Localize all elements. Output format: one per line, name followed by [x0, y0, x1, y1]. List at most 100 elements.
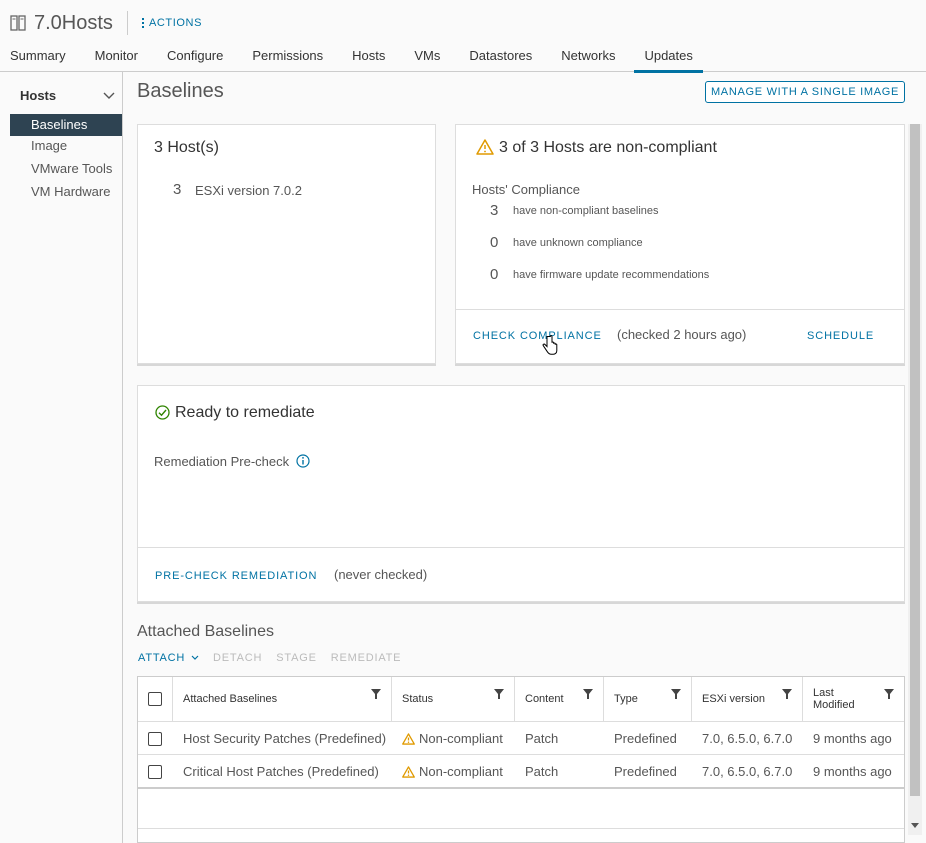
- sidebar-item-vmware-tools[interactable]: VMware Tools: [10, 158, 122, 180]
- header: 7.0Hosts ACTIONS Summary Monitor Configu…: [0, 0, 926, 73]
- column-label: Content: [525, 693, 564, 705]
- title-separator: [126, 11, 128, 35]
- unknown-label: have unknown compliance: [513, 237, 643, 249]
- filter-icon[interactable]: [671, 689, 681, 699]
- checked-time-note: (checked 2 hours ago): [617, 327, 747, 342]
- table-row[interactable]: Critical Host Patches (Predefined) Non-c…: [138, 754, 904, 787]
- scrollbar-thumb[interactable]: [910, 124, 920, 796]
- baseline-name: Critical Host Patches (Predefined): [183, 764, 379, 779]
- filter-icon[interactable]: [782, 689, 792, 699]
- unknown-count: 0: [490, 234, 499, 251]
- never-checked-note: (never checked): [334, 567, 428, 582]
- column-label: Type: [614, 693, 638, 705]
- non-compliant-count: 3: [490, 202, 499, 219]
- sidebar-item-image[interactable]: Image: [10, 135, 122, 157]
- check-circle-icon: [155, 405, 170, 423]
- stage-button[interactable]: STAGE: [276, 652, 316, 664]
- filter-icon[interactable]: [371, 689, 381, 699]
- precheck-remediation-link[interactable]: PRE-CHECK REMEDIATION: [155, 570, 317, 582]
- tab-configure[interactable]: Configure: [157, 46, 233, 72]
- select-all-checkbox[interactable]: [148, 692, 162, 706]
- hand-cursor-icon: [542, 335, 558, 360]
- card-divider: [456, 309, 904, 310]
- column-header-status[interactable]: Status: [392, 677, 515, 721]
- column-header-content[interactable]: Content: [515, 677, 604, 721]
- sidebar: Hosts Baselines Image VMware Tools VM Ha…: [0, 72, 123, 843]
- column-header-type[interactable]: Type: [604, 677, 692, 721]
- remediate-button[interactable]: REMEDIATE: [331, 652, 402, 664]
- tab-monitor[interactable]: Monitor: [85, 46, 148, 72]
- detach-button[interactable]: DETACH: [213, 652, 262, 664]
- tab-hosts[interactable]: Hosts: [342, 46, 395, 72]
- manage-single-image-button[interactable]: MANAGE WITH A SINGLE IMAGE: [705, 81, 905, 103]
- page-object-title: 7.0Hosts: [34, 11, 113, 34]
- ready-to-remediate-title: Ready to remediate: [175, 404, 315, 421]
- chevron-down-icon: [191, 655, 199, 660]
- chevron-down-icon: [103, 88, 115, 103]
- title-row: 7.0Hosts ACTIONS: [10, 10, 202, 36]
- type-cell: Predefined: [614, 764, 677, 779]
- main-content: Baselines MANAGE WITH A SINGLE IMAGE 3 H…: [124, 72, 909, 843]
- select-all-cell: [138, 677, 173, 721]
- filter-icon[interactable]: [494, 689, 504, 699]
- row-checkbox[interactable]: [148, 731, 162, 746]
- status-cell: Non-compliant: [402, 755, 503, 788]
- column-header-last-modified[interactable]: Last Modified: [803, 677, 904, 721]
- actions-menu-button[interactable]: ACTIONS: [141, 17, 202, 29]
- status-cell: Non-compliant: [402, 722, 503, 755]
- tab-bar: Summary Monitor Configure Permissions Ho…: [0, 46, 712, 73]
- cluster-icon: [10, 14, 28, 32]
- firmware-label: have firmware update recommendations: [513, 269, 710, 281]
- column-label: Last Modified: [813, 687, 855, 711]
- last-modified-cell: 9 months ago: [813, 731, 892, 746]
- warning-icon: [402, 765, 415, 778]
- column-label: ESXi version: [702, 693, 765, 705]
- warning-icon: [476, 139, 494, 158]
- attach-button[interactable]: ATTACH: [138, 652, 199, 664]
- baselines-toolbar: ATTACH DETACH STAGE REMEDIATE: [138, 652, 401, 664]
- filter-icon[interactable]: [884, 689, 894, 699]
- info-icon[interactable]: [296, 454, 310, 471]
- precheck-heading: Remediation Pre-check: [154, 454, 290, 469]
- hosts-count-title: 3 Host(s): [154, 139, 219, 156]
- compliance-title: 3 of 3 Hosts are non-compliant: [499, 139, 717, 156]
- tab-summary[interactable]: Summary: [0, 46, 76, 72]
- tab-networks[interactable]: Networks: [551, 46, 625, 72]
- column-header-baseline[interactable]: Attached Baselines: [173, 677, 392, 721]
- column-label: Status: [402, 693, 434, 705]
- esxi-host-count: 3: [173, 181, 182, 198]
- tab-permissions[interactable]: Permissions: [242, 46, 333, 72]
- tab-updates[interactable]: Updates: [634, 46, 704, 73]
- card-divider: [138, 547, 904, 548]
- filter-icon[interactable]: [583, 689, 593, 699]
- warning-icon: [402, 732, 415, 745]
- sidebar-item-vm-hardware[interactable]: VM Hardware: [10, 181, 122, 203]
- non-compliant-label: have non-compliant baselines: [513, 205, 659, 217]
- esxi-version-label: ESXi version 7.0.2: [195, 183, 302, 198]
- row-checkbox[interactable]: [148, 764, 162, 779]
- baseline-name: Host Security Patches (Predefined): [183, 731, 387, 746]
- check-compliance-link[interactable]: CHECK COMPLIANCE: [473, 330, 602, 342]
- vertical-dots-icon: [141, 18, 144, 28]
- sidebar-item-baselines[interactable]: Baselines: [10, 114, 122, 136]
- compliance-card: 3 of 3 Hosts are non-compliant Hosts' Co…: [455, 124, 905, 364]
- row-select-cell: [148, 722, 162, 755]
- firmware-count: 0: [490, 266, 499, 283]
- esxi-version-cell: 7.0, 6.5.0, 6.7.0: [702, 764, 793, 779]
- scroll-down-arrow-icon[interactable]: [911, 823, 919, 829]
- page-title: Baselines: [137, 80, 224, 102]
- esxi-version-cell: 7.0, 6.5.0, 6.7.0: [702, 731, 793, 746]
- schedule-link[interactable]: SCHEDULE: [807, 330, 874, 342]
- hosts-compliance-heading: Hosts' Compliance: [472, 182, 580, 197]
- tab-datastores[interactable]: Datastores: [459, 46, 542, 72]
- type-cell: Predefined: [614, 731, 677, 746]
- page-scrollbar[interactable]: [908, 124, 922, 835]
- status-text: Non-compliant: [419, 764, 503, 779]
- content-cell: Patch: [525, 764, 559, 779]
- column-header-esxi-version[interactable]: ESXi version: [692, 677, 803, 721]
- table-row[interactable]: Host Security Patches (Predefined) Non-c…: [138, 721, 904, 754]
- tab-vms[interactable]: VMs: [404, 46, 450, 72]
- hosts-summary-card: 3 Host(s) 3 ESXi version 7.0.2: [137, 124, 436, 364]
- content-cell: Patch: [525, 731, 559, 746]
- sidebar-group-hosts[interactable]: Hosts: [20, 88, 115, 103]
